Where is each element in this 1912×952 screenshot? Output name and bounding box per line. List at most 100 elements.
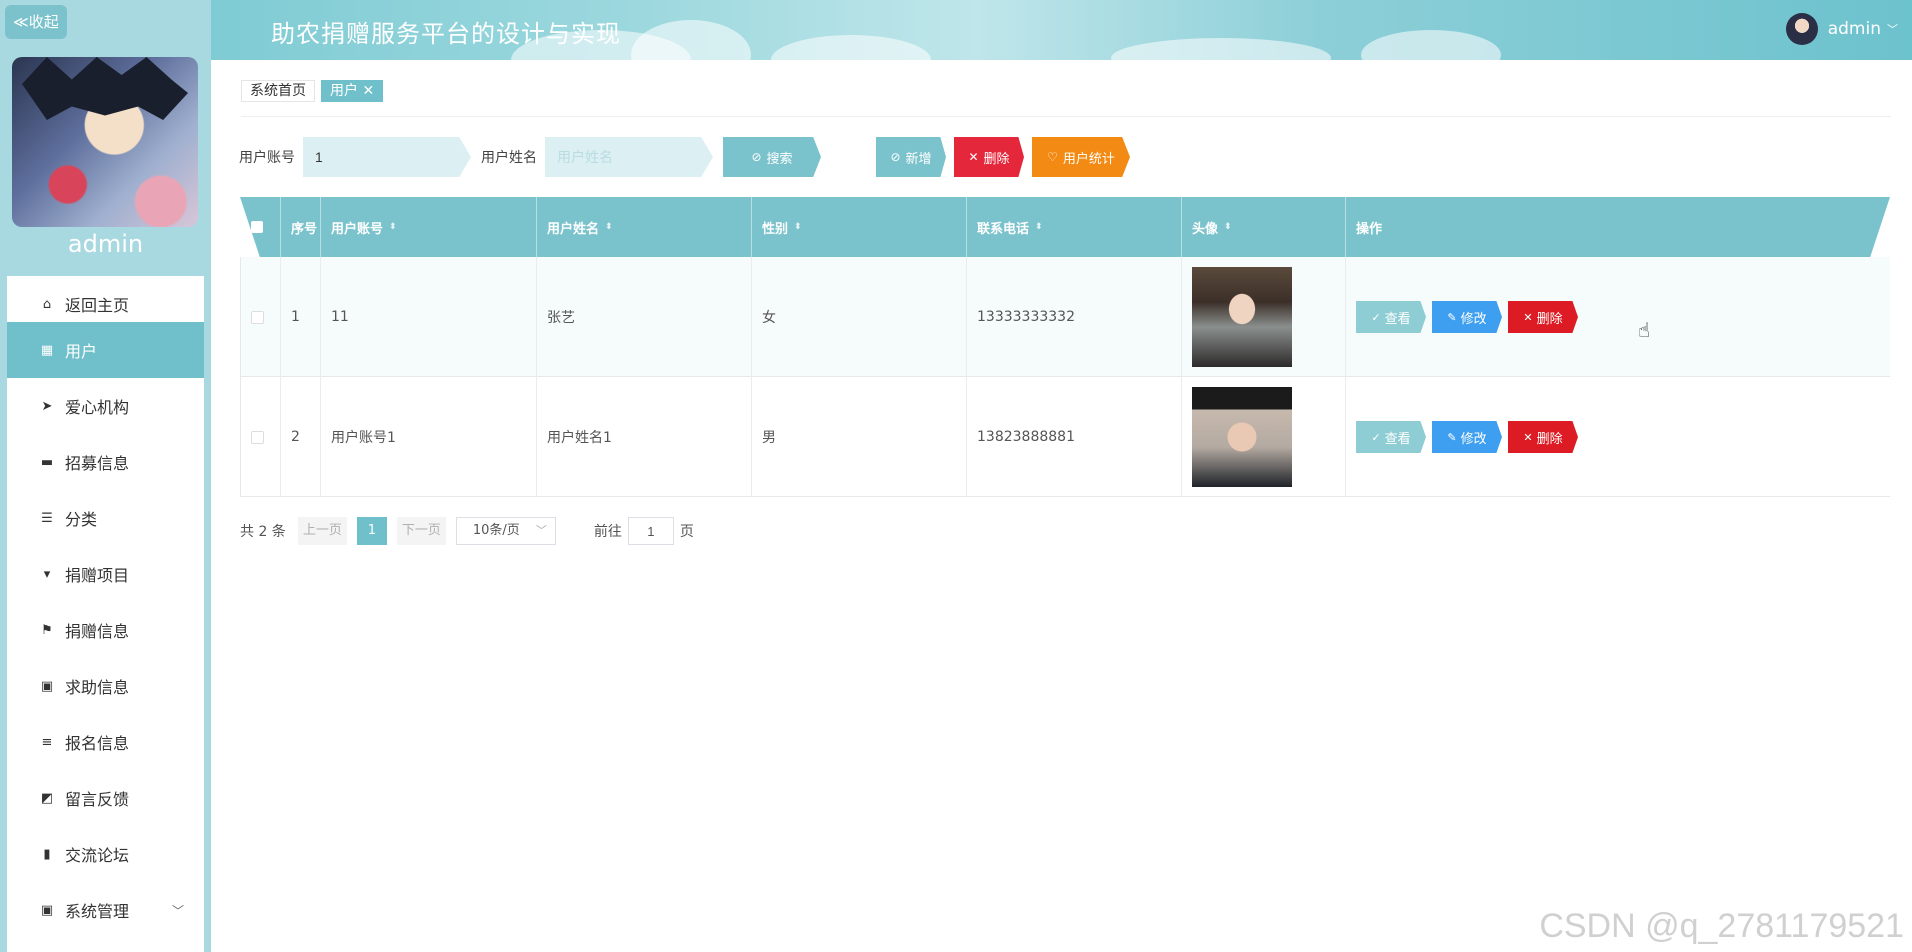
user-photo[interactable]: [1192, 267, 1292, 367]
view-button[interactable]: ✓ 查看: [1356, 421, 1426, 453]
header-label: 头像: [1192, 221, 1219, 237]
bar-chart-icon: ▮: [43, 846, 51, 862]
user-photo[interactable]: [1192, 387, 1292, 487]
header-label: 用户姓名: [547, 221, 600, 237]
cell-actions: ✓ 查看 ✎ 修改 ✕ 删除: [1346, 257, 1891, 377]
sort-icon: ⬍: [605, 222, 613, 232]
sidebar-item-feedback[interactable]: ◩ 留言反馈: [7, 770, 204, 826]
sidebar-item-label: 爱心机构: [65, 398, 130, 417]
account-label: 用户账号: [239, 150, 295, 166]
view-button[interactable]: ✓ 查看: [1356, 301, 1426, 333]
sidebar-item-signup-info[interactable]: ≡ 报名信息: [7, 714, 204, 770]
row-checkbox[interactable]: [251, 310, 264, 324]
search-bar: 用户账号 用户姓名 ⊘ 搜索 ⊘ 新增 ✕ 删除 ♡ 用户统计: [239, 137, 1130, 177]
close-icon: ✕: [1523, 430, 1533, 444]
delete-button-label: 删除: [983, 151, 1010, 167]
edit-label: 修改: [1460, 311, 1487, 327]
next-page-button[interactable]: 下一页: [396, 517, 446, 545]
cell-index: 1: [281, 257, 321, 377]
sidebar-item-label: 用户: [65, 342, 98, 361]
header-gender[interactable]: 性别 ⬍: [751, 197, 966, 257]
header-account[interactable]: 用户账号 ⬍: [320, 197, 536, 257]
sidebar-item-users[interactable]: ▦ 用户: [7, 322, 204, 378]
header-avatar[interactable]: 头像 ⬍: [1181, 197, 1345, 257]
sidebar-item-category[interactable]: ☰ 分类: [7, 490, 204, 546]
page-size-select[interactable]: 10条/页 ﹀: [455, 517, 556, 545]
cell-index: 2: [281, 377, 321, 497]
collapse-button[interactable]: ≪收起: [5, 5, 67, 39]
select-all-checkbox[interactable]: [251, 221, 263, 233]
row-checkbox[interactable]: [251, 430, 264, 444]
sort-icon: ⬍: [389, 222, 397, 232]
page-number[interactable]: 1: [356, 517, 387, 545]
check-circle-icon: ⊘: [890, 150, 901, 164]
header-label: 性别: [762, 221, 789, 237]
goto-label: 前往: [593, 524, 622, 540]
sidebar-item-system[interactable]: ▣ 系统管理 ﹀: [7, 882, 204, 938]
edit-button[interactable]: ✎ 修改: [1432, 301, 1502, 333]
add-button-label: 新增: [905, 151, 932, 167]
send-icon: ➤: [41, 398, 53, 414]
list-icon: ≡: [41, 734, 53, 750]
check-circle-icon: ⊘: [751, 150, 762, 164]
cell-gender: 女: [752, 257, 967, 377]
edit-icon: ✎: [1447, 430, 1457, 444]
sidebar-item-recruit[interactable]: ▬ 招募信息: [7, 434, 204, 490]
goto-page-input[interactable]: [627, 517, 674, 545]
tab-home[interactable]: 系统首页: [241, 80, 315, 102]
cell-gender: 男: [752, 377, 967, 497]
edit-icon: ✎: [1447, 310, 1457, 324]
add-button[interactable]: ⊘ 新增: [876, 137, 946, 177]
row-check-cell: [241, 257, 281, 377]
user-menu[interactable]: admin ﹀: [1785, 13, 1898, 45]
header-label: 联系电话: [977, 221, 1030, 237]
delete-label: 删除: [1536, 311, 1563, 327]
sidebar-item-donation-info[interactable]: ⚑ 捐赠信息: [7, 602, 204, 658]
sidebar-item-donation-project[interactable]: ▾ 捐赠项目: [7, 546, 204, 602]
header-username: admin: [1827, 19, 1881, 39]
name-input[interactable]: [545, 137, 713, 177]
top-header: 助农捐赠服务平台的设计与实现 admin ﹀: [211, 0, 1912, 60]
chart-line-icon: ◩: [40, 790, 54, 806]
prev-page-button[interactable]: 上一页: [297, 517, 347, 545]
sidebar-item-charity-org[interactable]: ➤ 爱心机构: [7, 378, 204, 434]
sidebar-item-forum[interactable]: ▮ 交流论坛: [7, 826, 204, 882]
search-button[interactable]: ⊘ 搜索: [723, 137, 821, 177]
table-row: 2 用户账号1 用户姓名1 男 13823888881 ✓ 查看 ✎ 修改 ✕ 删除: [240, 377, 1890, 497]
user-stat-button[interactable]: ♡ 用户统计: [1032, 137, 1130, 177]
cell-name: 张艺: [537, 257, 752, 377]
table-row: 1 11 张艺 女 13333333332 ✓ 查看 ✎ 修改 ✕ 删除: [240, 257, 1890, 377]
cell-account: 用户账号1: [321, 377, 537, 497]
sidebar-item-label: 留言反馈: [65, 790, 130, 809]
box-icon: ▬: [40, 454, 54, 470]
stat-button-label: 用户统计: [1062, 151, 1115, 167]
heart-icon: ♡: [1047, 150, 1058, 164]
sidebar-item-label: 系统管理: [65, 902, 130, 921]
breadcrumb: 系统首页 用户 ✕: [241, 80, 384, 102]
chevron-down-icon: ﹀: [171, 903, 184, 918]
sliders-icon: ☰: [41, 510, 53, 526]
edit-button[interactable]: ✎ 修改: [1432, 421, 1502, 453]
watermark: CSDN @q_2781179521: [1539, 907, 1904, 945]
sidebar-item-label: 报名信息: [65, 734, 130, 753]
delete-button[interactable]: ✕ 删除: [1508, 301, 1578, 333]
sort-icon: ⬍: [794, 222, 802, 232]
sidebar-item-label: 捐赠信息: [65, 622, 130, 641]
page-title: 助农捐赠服务平台的设计与实现: [271, 20, 621, 48]
check-icon: ✓: [1371, 430, 1381, 444]
header-name[interactable]: 用户姓名 ⬍: [536, 197, 751, 257]
batch-delete-button[interactable]: ✕ 删除: [954, 137, 1024, 177]
close-icon: ✕: [1523, 310, 1533, 324]
account-input[interactable]: [303, 137, 471, 177]
clipboard-check-icon: ▣: [40, 902, 54, 918]
check-icon: ✓: [1371, 310, 1381, 324]
edit-label: 修改: [1460, 431, 1487, 447]
sidebar-avatar: [12, 57, 198, 227]
clipboard-icon: ▣: [40, 678, 54, 694]
header-phone[interactable]: 联系电话 ⬍: [966, 197, 1181, 257]
delete-button[interactable]: ✕ 删除: [1508, 421, 1578, 453]
header-label: 操作: [1356, 221, 1383, 237]
sidebar-item-label: 返回主页: [65, 296, 130, 315]
tab-users[interactable]: 用户 ✕: [321, 80, 384, 102]
sidebar-item-help-info[interactable]: ▣ 求助信息: [7, 658, 204, 714]
